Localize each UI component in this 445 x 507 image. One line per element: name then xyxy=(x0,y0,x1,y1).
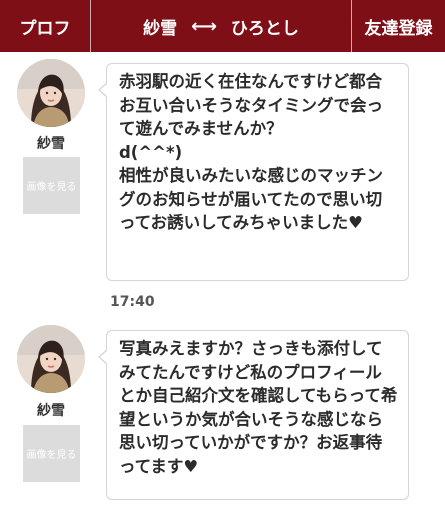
double-arrow-icon: ⟷ xyxy=(191,15,217,37)
avatar[interactable] xyxy=(17,59,85,127)
partner-name: 紗雪 xyxy=(143,18,178,39)
profile-photo-icon xyxy=(17,325,85,393)
profile-photo-icon xyxy=(17,59,85,127)
message-bubble: 赤羽駅の近く在住なんですけど都合お互い合いそうなタイミングで会って遊んでみません… xyxy=(98,63,409,281)
add-friend-button[interactable]: 友達登録 xyxy=(351,0,445,52)
avatar[interactable] xyxy=(17,325,85,393)
view-photo-button[interactable]: 画像を見る xyxy=(23,157,80,214)
user-name: ひろとし xyxy=(230,18,299,39)
message-bubble: 写真みえますか？さっきも添付してみてたんですけど私のプロフィールとか自己紹介文を… xyxy=(98,330,409,500)
sender-name: 紗雪 xyxy=(37,136,65,152)
message-timestamp: 17:40 xyxy=(110,294,155,310)
sender-name: 紗雪 xyxy=(37,403,65,419)
conversation-title: 紗雪 ⟷ ひろとし xyxy=(91,0,351,52)
header-bar: プロフ 紗雪 ⟷ ひろとし 友達登録 xyxy=(0,0,445,52)
profile-button[interactable]: プロフ xyxy=(0,0,91,52)
view-photo-button[interactable]: 画像を見る xyxy=(23,425,80,482)
